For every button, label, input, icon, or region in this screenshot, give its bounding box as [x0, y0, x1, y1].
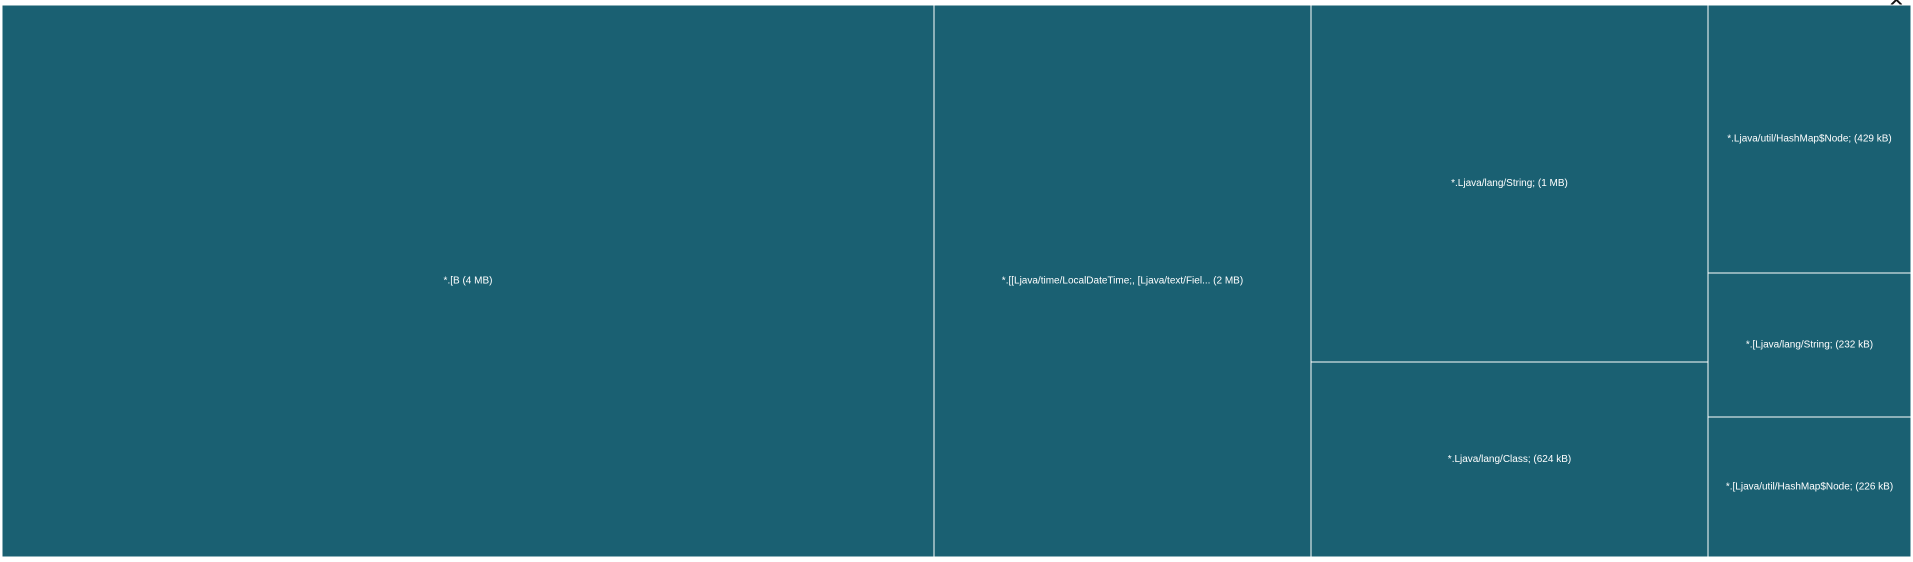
treemap-tile[interactable]: *.[Ljava/util/HashMap$Node; (226 kB): [1707, 416, 1912, 558]
treemap-tile-label: *.[B (4 MB): [444, 276, 493, 287]
treemap-tile[interactable]: *.[B (4 MB): [1, 4, 935, 558]
treemap-chart: *.[B (4 MB) *.[[Ljava/time/LocalDateTime;…: [1, 4, 1912, 558]
treemap-tile[interactable]: *.Ljava/lang/Class; (624 kB): [1310, 361, 1709, 558]
treemap-tile-label: *.Ljava/lang/Class; (624 kB): [1448, 454, 1571, 465]
treemap-tile-label: *.Ljava/lang/String; (1 MB): [1451, 178, 1568, 189]
treemap-tile-label: *.[Ljava/util/HashMap$Node; (226 kB): [1726, 482, 1893, 493]
treemap-tile[interactable]: *.Ljava/util/HashMap$Node; (429 kB): [1707, 4, 1912, 274]
treemap-tile-label: *.[[Ljava/time/LocalDateTime;, [Ljava/te…: [1002, 276, 1243, 287]
treemap-tile-label: *.[Ljava/lang/String; (232 kB): [1746, 340, 1873, 351]
treemap-tile[interactable]: *.[[Ljava/time/LocalDateTime;, [Ljava/te…: [933, 4, 1312, 558]
treemap-tile-label: *.Ljava/util/HashMap$Node; (429 kB): [1727, 134, 1892, 145]
treemap-tile[interactable]: *.Ljava/lang/String; (1 MB): [1310, 4, 1709, 363]
treemap-tile[interactable]: *.[Ljava/lang/String; (232 kB): [1707, 272, 1912, 418]
